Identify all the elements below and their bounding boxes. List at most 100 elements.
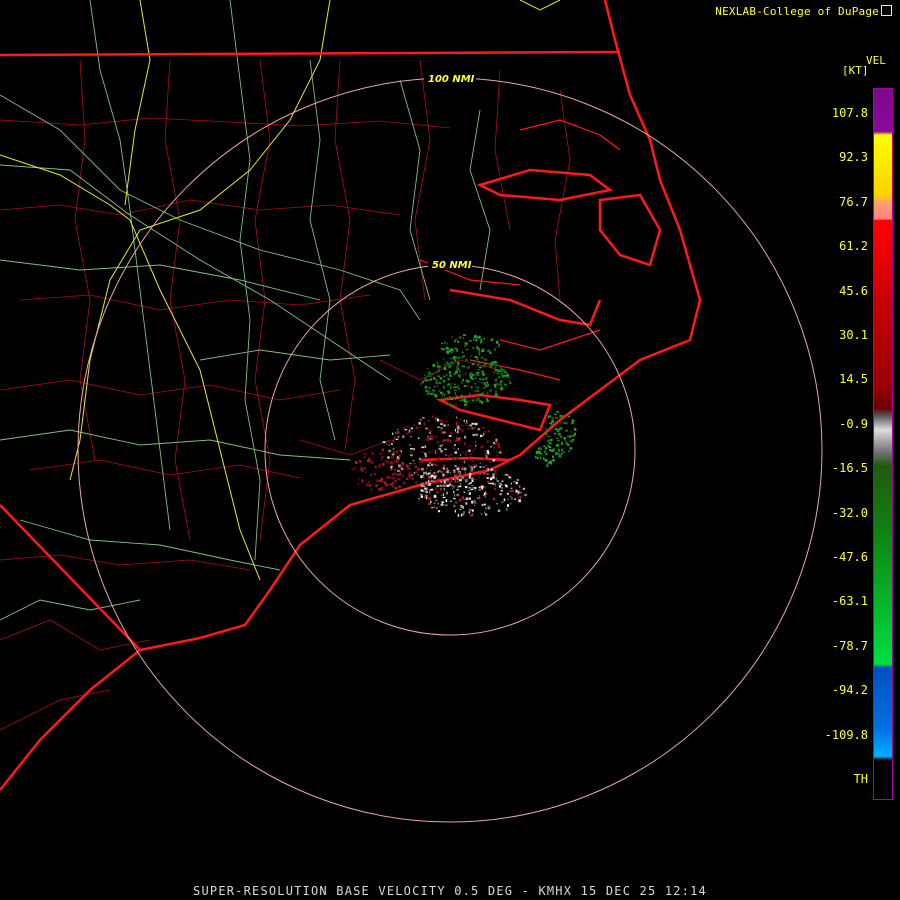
echo-pixel — [463, 355, 465, 357]
echo-pixel — [554, 413, 557, 416]
echo-pixel — [472, 422, 474, 425]
echo-pixel — [519, 485, 521, 488]
echo-pixel — [378, 480, 382, 482]
echo-pixel — [406, 425, 409, 428]
echo-pixel — [429, 492, 431, 495]
legend-tick-label: TH — [853, 772, 868, 786]
echo-pixel — [490, 395, 494, 397]
echo-pixel — [571, 438, 574, 441]
echo-pixel — [500, 365, 502, 369]
echo-pixel — [395, 450, 397, 453]
echo-pixel — [432, 389, 435, 392]
echo-pixel — [571, 421, 574, 425]
echo-pixel — [539, 452, 543, 455]
echo-pixel — [404, 429, 408, 431]
echo-pixel — [425, 379, 428, 382]
echo-pixel — [367, 459, 371, 462]
echo-pixel — [552, 448, 555, 451]
echo-pixel — [446, 479, 449, 481]
legend-tick-label: 92.3 — [839, 150, 868, 165]
echo-pixel — [390, 456, 394, 459]
echo-pixel — [494, 385, 497, 388]
echo-pixel — [457, 385, 459, 389]
echo-pixel — [473, 466, 476, 469]
echo-pixel — [468, 497, 471, 500]
echo-pixel — [432, 364, 436, 367]
echo-pixel — [450, 484, 454, 487]
echo-pixel — [448, 367, 451, 369]
echo-pixel — [487, 349, 490, 352]
echo-pixel — [431, 481, 434, 484]
echo-pixel — [468, 449, 471, 452]
echo-pixel — [444, 397, 446, 400]
echo-pixel — [457, 513, 460, 517]
echo-pixel — [453, 471, 456, 474]
echo-pixel — [560, 442, 563, 445]
echo-pixel — [445, 346, 449, 350]
echo-pixel — [468, 465, 472, 467]
echo-pixel — [566, 422, 568, 425]
echo-pixel — [483, 503, 486, 506]
echo-pixel — [371, 452, 374, 455]
radar-map[interactable]: 100 NMI 50 NMI — [0, 0, 900, 900]
echo-pixel — [451, 336, 453, 338]
echo-pixel — [455, 370, 458, 374]
echo-pixel — [471, 427, 474, 430]
echo-pixel — [470, 355, 472, 358]
echo-pixel — [429, 430, 431, 433]
echo-pixel — [380, 477, 384, 481]
echo-pixel — [494, 369, 498, 372]
echo-pixel — [493, 360, 497, 364]
echo-pixel — [378, 463, 382, 465]
echo-pixel — [558, 453, 560, 455]
echo-pixel — [468, 400, 471, 402]
echo-pixel — [441, 393, 445, 396]
echo-pixel — [391, 481, 394, 485]
echo-pixel — [454, 428, 456, 432]
echo-pixel — [392, 450, 396, 454]
echo-pixel — [465, 424, 469, 426]
credit-label: NEXLAB-College of DuPage — [715, 4, 892, 18]
echo-pixel — [563, 451, 566, 453]
echo-pixel — [440, 471, 444, 474]
echo-pixel — [487, 480, 489, 484]
echo-pixel — [439, 487, 442, 491]
echo-pixel — [465, 454, 467, 456]
echo-pixel — [441, 347, 444, 350]
echo-pixel — [484, 511, 486, 514]
echo-pixel — [466, 419, 468, 423]
echo-pixel — [453, 447, 456, 449]
product-footer: SUPER-RESOLUTION BASE VELOCITY 0.5 DEG -… — [193, 884, 707, 898]
echo-pixel — [402, 474, 404, 478]
echo-pixel — [463, 337, 465, 339]
echo-pixel — [387, 456, 390, 459]
echo-pixel — [426, 375, 428, 378]
echo-pixel — [486, 398, 488, 401]
echo-pixel — [395, 456, 398, 459]
echo-pixel — [437, 510, 441, 513]
echo-pixel — [486, 472, 489, 475]
echo-pixel — [398, 485, 401, 488]
echo-pixel — [425, 427, 428, 430]
echo-pixel — [554, 432, 557, 435]
echo-pixel — [516, 492, 518, 496]
echo-pixel — [457, 341, 460, 343]
echo-pixel — [461, 399, 464, 402]
echo-pixel — [417, 437, 420, 439]
echo-pixel — [430, 474, 434, 478]
echo-pixel — [452, 478, 455, 480]
echo-pixel — [458, 479, 462, 482]
echo-pixel — [418, 422, 421, 425]
echo-pixel — [448, 371, 451, 373]
echo-pixel — [437, 385, 439, 388]
echo-pixel — [392, 448, 395, 450]
echo-pixel — [516, 479, 519, 481]
echo-pixel — [474, 422, 478, 426]
echo-pixel — [471, 509, 474, 512]
echo-pixel — [429, 378, 433, 381]
echo-pixel — [489, 506, 491, 510]
echo-pixel — [430, 488, 434, 491]
echo-pixel — [429, 491, 431, 493]
echo-pixel — [391, 462, 394, 465]
echo-pixel — [460, 454, 462, 456]
